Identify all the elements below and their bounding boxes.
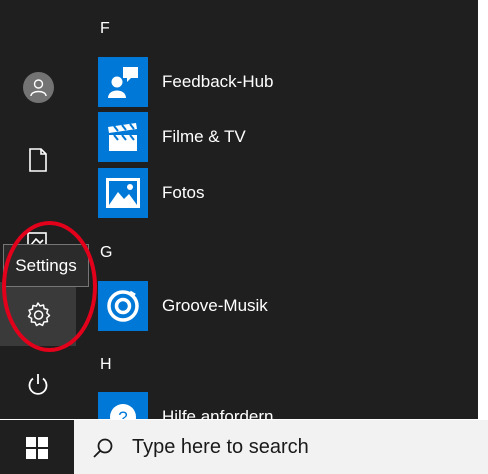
gear-icon [27,302,51,327]
svg-text:?: ? [118,408,127,419]
documents-button[interactable] [0,132,76,188]
power-button[interactable] [0,356,76,412]
app-item-groove-musik[interactable]: Groove-Musik [98,281,458,331]
app-label: Fotos [162,183,205,202]
start-button[interactable] [0,420,74,474]
windows-logo-icon [26,437,48,459]
start-menu: Settings F Feedback-Hub Filme & TV Fotos… [0,0,478,419]
settings-tooltip: Settings [3,244,89,287]
app-item-fotos[interactable]: Fotos [98,168,458,218]
app-label: Feedback-Hub [162,72,274,91]
app-tile [98,57,148,107]
groove-music-icon [107,290,139,322]
power-icon [28,374,48,395]
app-tile: ? [98,392,148,419]
app-label: Hilfe anfordern [162,407,274,419]
user-account-button[interactable] [23,72,54,103]
section-header-f[interactable]: F [100,20,110,38]
photos-icon [106,178,140,208]
taskbar [0,420,488,474]
app-item-hilfe-anfordern[interactable]: ? Hilfe anfordern [98,392,458,419]
app-tile [98,168,148,218]
film-tv-icon [108,123,137,151]
app-tile [98,281,148,331]
settings-button[interactable] [0,282,76,346]
user-avatar-icon [30,79,47,97]
app-label: Filme & TV [162,127,246,146]
taskbar-search-box[interactable] [74,420,488,474]
document-icon [29,148,47,172]
search-input[interactable] [132,429,472,465]
search-icon [93,438,113,458]
start-rail [0,0,76,419]
app-item-feedback-hub[interactable]: Feedback-Hub [98,57,458,107]
feedback-hub-icon [108,67,138,98]
app-item-filme-tv[interactable]: Filme & TV [98,112,458,162]
section-header-g[interactable]: G [100,244,112,262]
app-label: Groove-Musik [162,296,268,315]
get-help-icon: ? [110,404,136,419]
app-tile [98,112,148,162]
section-header-h[interactable]: H [100,356,112,374]
